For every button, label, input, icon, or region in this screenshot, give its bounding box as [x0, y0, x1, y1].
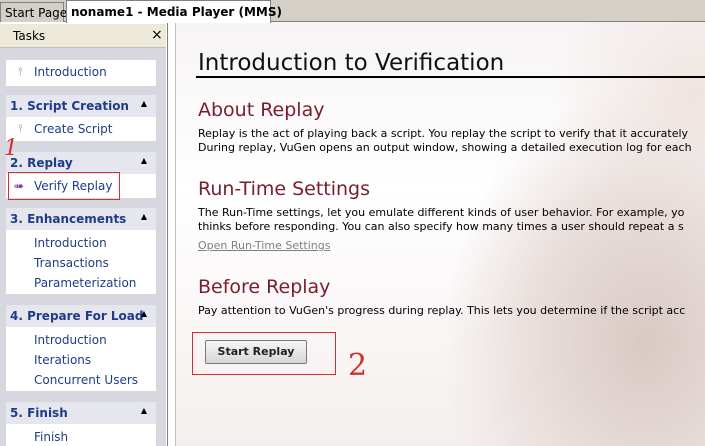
nav-item-finish[interactable]: Finish — [6, 427, 156, 446]
before-replay-text-line1: Pay attention to VuGen's progress during… — [198, 304, 686, 317]
tasks-nav: ⫯ Introduction 1. Script Creation ▲ ⫯ Cr… — [0, 48, 166, 446]
nav-item-iterations[interactable]: Iterations — [6, 350, 156, 370]
nav-item-transactions[interactable]: Transactions — [6, 253, 156, 273]
section-header-enhancements[interactable]: 3. Enhancements ▲ — [6, 208, 156, 230]
heading-run-time-settings: Run-Time Settings — [198, 178, 371, 200]
heading-before-replay: Before Replay — [198, 276, 331, 298]
collapse-arrow-icon[interactable]: ▲ — [141, 99, 147, 108]
section-header-prepare-for-load[interactable]: 4. Prepare For Load ▲ — [6, 305, 156, 327]
collapse-arrow-icon[interactable]: ▲ — [141, 212, 147, 221]
nav-item-introduction[interactable]: Introduction — [6, 233, 156, 253]
nav-item-introduction[interactable]: Introduction — [6, 330, 156, 350]
annotation-highlight-box — [192, 332, 336, 375]
open-run-time-settings-link[interactable]: Open Run-Time Settings — [198, 239, 330, 252]
nav-item-concurrent-users[interactable]: Concurrent Users — [6, 370, 156, 390]
collapse-arrow-icon[interactable]: ▲ — [141, 309, 147, 318]
nav-item-introduction[interactable]: ⫯ Introduction — [6, 62, 156, 82]
intro-section: ⫯ Introduction — [6, 60, 156, 86]
section-header-finish[interactable]: 5. Finish ▲ — [6, 402, 156, 424]
page-title: Introduction to Verification — [198, 50, 505, 76]
run-time-settings-text-line2: thinks before responding. You can also s… — [198, 220, 684, 233]
section-script-creation: 1. Script Creation ▲ ⫯ Create Script — [6, 95, 156, 141]
section-finish: 5. Finish ▲ Finish — [6, 402, 156, 446]
section-header-script-creation[interactable]: 1. Script Creation ▲ — [6, 95, 156, 117]
annotation-number-1: 1 — [4, 136, 18, 161]
tasks-pane: Tasks × ⫯ Introduction 1. Script Creatio… — [0, 22, 168, 446]
heading-about-replay: About Replay — [198, 99, 325, 121]
tasks-pane-header: Tasks × — [0, 24, 166, 48]
content-pane: Introduction to Verification About Repla… — [169, 22, 705, 446]
tab-noname1-media-player[interactable]: noname1 - Media Player (MMS) — [66, 0, 282, 23]
section-prepare-for-load: 4. Prepare For Load ▲ Introduction Itera… — [6, 305, 156, 391]
tab-start-page[interactable]: Start Page — [0, 2, 67, 22]
section-header-replay[interactable]: 2. Replay ▲ — [6, 152, 156, 174]
about-replay-text-line2: During replay, VuGen opens an output win… — [198, 141, 692, 154]
section-enhancements: 3. Enhancements ▲ Introduction Transacti… — [6, 208, 156, 294]
collapse-arrow-icon[interactable]: ▲ — [141, 156, 147, 165]
tasks-pane-title: Tasks — [13, 29, 46, 43]
annotation-highlight-box — [8, 172, 120, 200]
close-icon[interactable]: × — [151, 27, 163, 43]
nav-item-parameterization[interactable]: Parameterization — [6, 273, 156, 293]
content-page: Introduction to Verification About Repla… — [175, 22, 705, 446]
title-divider — [196, 76, 705, 78]
collapse-arrow-icon[interactable]: ▲ — [141, 406, 147, 415]
document-tab-strip: Start Page noname1 - Media Player (MMS) — [0, 0, 705, 23]
annotation-number-2: 2 — [348, 348, 368, 383]
nav-item-create-script[interactable]: ⫯ Create Script — [6, 119, 156, 139]
pin-icon: ⫯ — [18, 122, 23, 135]
pin-icon: ⫯ — [18, 65, 23, 78]
